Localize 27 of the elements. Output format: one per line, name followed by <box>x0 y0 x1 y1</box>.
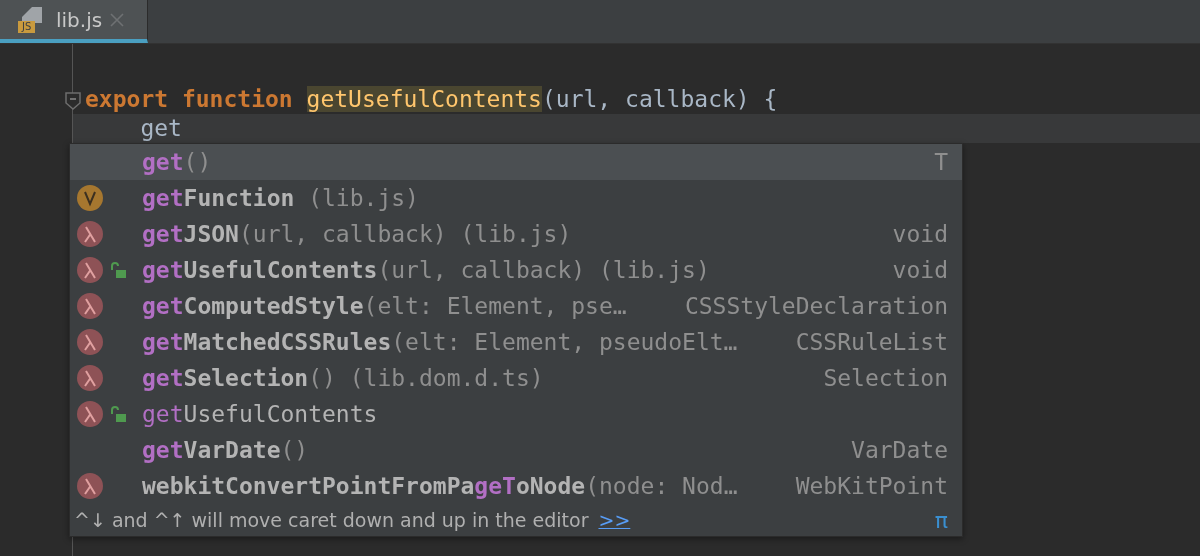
lambda-icon <box>76 472 104 500</box>
code-line: get <box>139 115 182 141</box>
completion-item[interactable]: getFunction (lib.js) <box>70 180 962 216</box>
completion-item[interactable]: getUsefulContents(url, callback) (lib.js) void <box>70 252 962 288</box>
completion-item[interactable]: getSelection() (lib.dom.d.ts) Selection <box>70 360 962 396</box>
completion-item[interactable]: getComputedStyle(elt: Element, pse… CSSStyleDeclaration <box>70 288 962 324</box>
lambda-icon <box>76 328 104 356</box>
lambda-icon <box>76 364 104 392</box>
file-tab[interactable]: JS lib.js <box>0 0 148 43</box>
file-icon <box>22 6 42 23</box>
lambda-icon <box>76 220 104 248</box>
pi-button[interactable]: π <box>934 507 948 533</box>
completion-item[interactable]: getUsefulContents <box>70 396 962 432</box>
lambda-icon <box>76 256 104 284</box>
close-icon[interactable] <box>110 12 125 27</box>
lambda-icon <box>76 292 104 320</box>
completion-item[interactable]: getMatchedCSSRules(elt: Element, pseudoElt… CSSRuleList <box>70 324 962 360</box>
code-line: export function getUsefulContents(url, callback) { <box>85 86 778 112</box>
completion-item[interactable]: getVarDate() VarDate <box>70 432 962 468</box>
completion-item[interactable]: webkitConvertPointFromPageToNode(node: Nod… WebKitPoint <box>70 468 962 504</box>
completion-item[interactable]: getJSON(url, callback) (lib.js) void <box>70 216 962 252</box>
lambda-icon <box>76 400 104 428</box>
more-link[interactable]: >> <box>598 509 631 531</box>
fold-icon[interactable] <box>65 92 81 110</box>
variable-icon <box>76 184 104 212</box>
hint-text: ^↓ and ^↑ will move caret down and up in the editor <box>74 509 589 531</box>
tab-label: lib.js <box>56 7 103 32</box>
